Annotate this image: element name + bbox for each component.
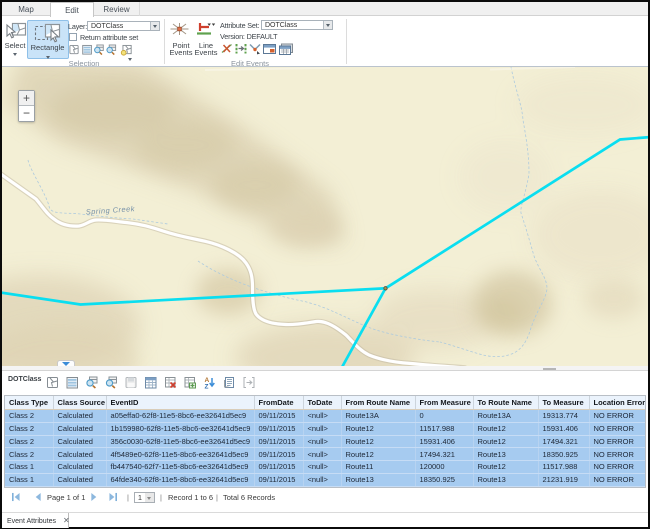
svg-text:Z: Z [205,384,209,391]
